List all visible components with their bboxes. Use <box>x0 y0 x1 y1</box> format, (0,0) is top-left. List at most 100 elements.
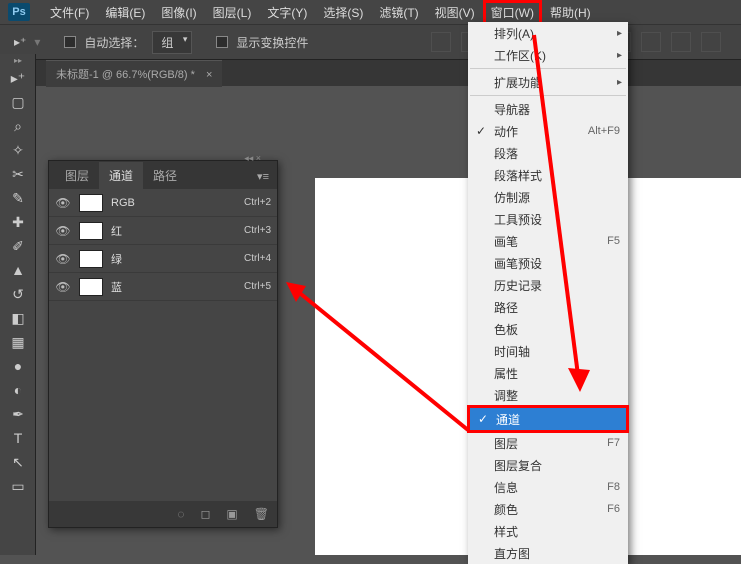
menu-item-histogram[interactable]: 直方图 <box>468 542 628 564</box>
channel-thumb <box>79 250 103 268</box>
menu-separator <box>470 95 626 96</box>
document-title: 未标题-1 @ 66.7%(RGB/8) * <box>56 69 195 81</box>
panel-menu-icon[interactable]: ▾≡ <box>249 164 277 189</box>
eyedropper-tool-icon[interactable]: ✎ <box>3 187 33 209</box>
brush-tool-icon[interactable]: ✐ <box>3 235 33 257</box>
visibility-icon[interactable]: 👁 <box>55 280 71 294</box>
menu-item-layer-comps[interactable]: 图层复合 <box>468 454 628 476</box>
menu-item-paths[interactable]: 路径 <box>468 296 628 318</box>
visibility-icon[interactable]: 👁 <box>55 252 71 266</box>
menu-help[interactable]: 帮助(H) <box>542 0 599 25</box>
wand-tool-icon[interactable]: ✧ <box>3 139 33 161</box>
visibility-icon[interactable]: 👁 <box>55 196 71 210</box>
shape-tool-icon[interactable]: ▭ <box>3 475 33 497</box>
channel-name: 红 <box>111 223 244 239</box>
menu-item-channels[interactable]: ✓通道 <box>470 408 626 430</box>
options-bar: ▸⁺ ▾ 自动选择： 组 显示变换控件 <box>0 24 741 60</box>
pen-tool-icon[interactable]: ✒ <box>3 403 33 425</box>
history-brush-icon[interactable]: ↺ <box>3 283 33 305</box>
menu-file[interactable]: 文件(F) <box>42 0 97 25</box>
channel-row-red[interactable]: 👁 红 Ctrl+3 <box>49 217 277 245</box>
blur-tool-icon[interactable]: ● <box>3 355 33 377</box>
menu-item-arrange[interactable]: 排列(A) <box>468 22 628 44</box>
delete-channel-icon[interactable]: 🗑 <box>254 507 269 521</box>
menu-type[interactable]: 文字(Y) <box>259 0 315 25</box>
channel-thumb <box>79 194 103 212</box>
menu-select[interactable]: 选择(S) <box>315 0 371 25</box>
menu-item-properties[interactable]: 属性 <box>468 362 628 384</box>
align-icon[interactable] <box>431 32 451 52</box>
path-tool-icon[interactable]: ↖ <box>3 451 33 473</box>
menu-item-paragraph[interactable]: 段落 <box>468 142 628 164</box>
marquee-tool-icon[interactable]: ▢ <box>3 91 33 113</box>
channel-shortcut: Ctrl+4 <box>244 253 271 264</box>
menu-layer[interactable]: 图层(L) <box>205 0 260 25</box>
menu-item-actions[interactable]: ✓动作Alt+F9 <box>468 120 628 142</box>
menu-item-paragraph-styles[interactable]: 段落样式 <box>468 164 628 186</box>
menu-view[interactable]: 视图(V) <box>427 0 483 25</box>
close-tab-icon[interactable]: × <box>206 69 212 81</box>
crop-tool-icon[interactable]: ✂ <box>3 163 33 185</box>
show-transform-label: 显示变换控件 <box>236 34 308 51</box>
document-tab[interactable]: 未标题-1 @ 66.7%(RGB/8) * × <box>46 60 222 87</box>
menu-item-workspace[interactable]: 工作区(K) <box>468 44 628 66</box>
channel-shortcut: Ctrl+5 <box>244 281 271 292</box>
menu-item-clone-source[interactable]: 仿制源 <box>468 186 628 208</box>
dodge-tool-icon[interactable]: ◐ <box>3 379 33 401</box>
menu-item-adjustments[interactable]: 调整 <box>468 384 628 406</box>
menu-item-brush[interactable]: 画笔F5 <box>468 230 628 252</box>
tab-channels[interactable]: 通道 <box>99 162 143 189</box>
align-icon[interactable] <box>671 32 691 52</box>
menu-item-brush-presets[interactable]: 画笔预设 <box>468 252 628 274</box>
channel-name: 蓝 <box>111 279 244 295</box>
channels-panel: ◂◂ × 图层 通道 路径 ▾≡ 👁 RGB Ctrl+2 👁 红 Ctrl+3… <box>48 160 278 528</box>
align-icon[interactable] <box>701 32 721 52</box>
menu-image[interactable]: 图像(I) <box>153 0 204 25</box>
auto-select-label: 自动选择： <box>84 34 144 51</box>
menu-item-history[interactable]: 历史记录 <box>468 274 628 296</box>
auto-select-dropdown[interactable]: 组 <box>152 31 192 54</box>
lasso-tool-icon[interactable]: ⌕ <box>3 115 33 137</box>
channel-shortcut: Ctrl+3 <box>244 225 271 236</box>
channel-row-rgb[interactable]: 👁 RGB Ctrl+2 <box>49 189 277 217</box>
menu-edit[interactable]: 编辑(E) <box>97 0 153 25</box>
menu-item-tool-presets[interactable]: 工具预设 <box>468 208 628 230</box>
menu-item-channels-highlight: ✓通道 <box>467 405 629 433</box>
window-menu-dropdown: 排列(A) 工作区(K) 扩展功能 导航器 ✓动作Alt+F9 段落 段落样式 … <box>468 22 628 564</box>
save-selection-icon[interactable]: ◻ <box>200 507 210 521</box>
show-transform-checkbox[interactable] <box>216 36 228 48</box>
menu-window[interactable]: 窗口(W) <box>483 0 542 25</box>
tab-paths[interactable]: 路径 <box>143 162 187 189</box>
menu-item-layers[interactable]: 图层F7 <box>468 432 628 454</box>
menu-item-timeline[interactable]: 时间轴 <box>468 340 628 362</box>
menu-item-extensions[interactable]: 扩展功能 <box>468 71 628 93</box>
visibility-icon[interactable]: 👁 <box>55 224 71 238</box>
channel-name: RGB <box>111 197 244 209</box>
app-logo: Ps <box>8 3 30 21</box>
align-icon[interactable] <box>641 32 661 52</box>
new-channel-icon[interactable]: ▣ <box>226 507 237 521</box>
channel-row-green[interactable]: 👁 绿 Ctrl+4 <box>49 245 277 273</box>
stamp-tool-icon[interactable]: ▲ <box>3 259 33 281</box>
eraser-tool-icon[interactable]: ◧ <box>3 307 33 329</box>
expand-toolbar-icon[interactable]: ▸▸ <box>3 55 33 65</box>
menu-item-color[interactable]: 颜色F6 <box>468 498 628 520</box>
type-tool-icon[interactable]: T <box>3 427 33 449</box>
load-selection-icon[interactable]: ◌ <box>177 507 184 521</box>
menu-item-info[interactable]: 信息F8 <box>468 476 628 498</box>
menu-item-styles[interactable]: 样式 <box>468 520 628 542</box>
auto-select-checkbox[interactable] <box>64 36 76 48</box>
channel-thumb <box>79 278 103 296</box>
move-tool-icon: ▸⁺ <box>14 35 26 49</box>
panel-collapse-icon[interactable]: ◂◂ × <box>244 153 261 164</box>
channel-shortcut: Ctrl+2 <box>244 197 271 208</box>
menu-item-swatches[interactable]: 色板 <box>468 318 628 340</box>
channel-row-blue[interactable]: 👁 蓝 Ctrl+5 <box>49 273 277 301</box>
channel-name: 绿 <box>111 251 244 267</box>
menu-filter[interactable]: 滤镜(T) <box>371 0 426 25</box>
tab-layers[interactable]: 图层 <box>55 162 99 189</box>
gradient-tool-icon[interactable]: ▦ <box>3 331 33 353</box>
heal-tool-icon[interactable]: ✚ <box>3 211 33 233</box>
move-tool-icon[interactable]: ▸⁺ <box>3 67 33 89</box>
menu-item-navigator[interactable]: 导航器 <box>468 98 628 120</box>
